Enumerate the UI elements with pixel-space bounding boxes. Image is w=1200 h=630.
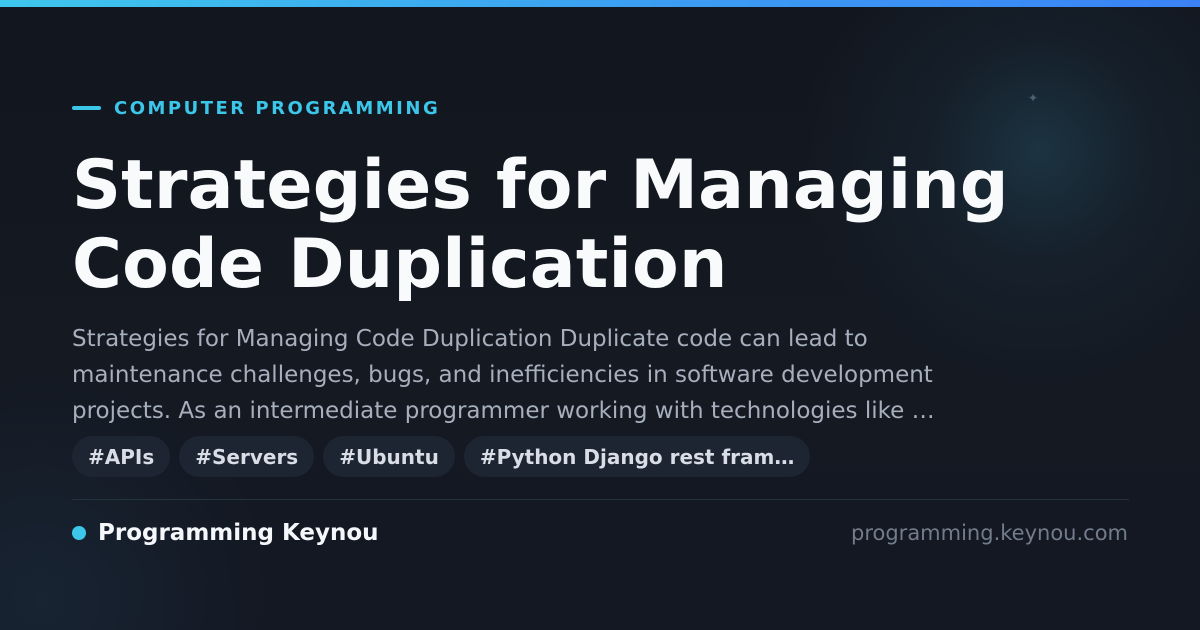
title-line-2: Code Duplication (72, 225, 728, 304)
tag-python-django-rest-framework[interactable]: #Python Django rest fram… (463, 436, 811, 477)
tag-apis[interactable]: #APIs (72, 436, 171, 477)
dash-icon (72, 106, 101, 110)
excerpt-line-2: maintenance challenges, bugs, and ineffi… (72, 362, 933, 388)
title-line-1: Strategies for Managing (72, 146, 1009, 225)
tag-list: #APIs #Servers #Ubuntu #Python Django re… (72, 436, 811, 477)
tag-ubuntu[interactable]: #Ubuntu (323, 436, 455, 477)
site-url-link[interactable]: programming.keynou.com (851, 518, 1128, 548)
category-label[interactable]: COMPUTER PROGRAMMING (114, 98, 440, 119)
excerpt-line-3: projects. As an intermediate programmer … (72, 398, 935, 424)
article-excerpt: Strategies for Managing Code Duplication… (72, 321, 1072, 429)
tag-servers[interactable]: #Servers (179, 436, 315, 477)
footer-divider (72, 499, 1129, 500)
accent-top-bar (0, 0, 1200, 7)
dot-icon (72, 526, 86, 540)
article-title: Strategies for Managing Code Duplication (72, 146, 1132, 304)
sparkle-icon: ✦ (1028, 91, 1039, 105)
site-name: Programming Keynou (98, 520, 379, 546)
social-preview-card: ✦ COMPUTER PROGRAMMING Strategies for Ma… (0, 0, 1200, 630)
site-brand[interactable]: Programming Keynou (72, 518, 379, 548)
excerpt-line-1: Strategies for Managing Code Duplication… (72, 326, 868, 352)
category-row: COMPUTER PROGRAMMING (72, 95, 440, 121)
